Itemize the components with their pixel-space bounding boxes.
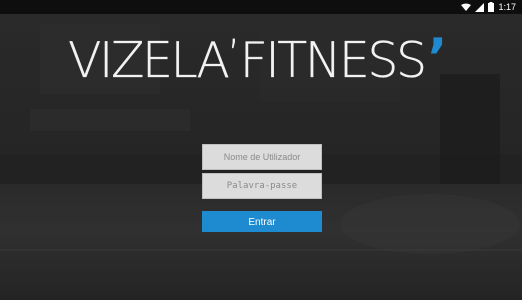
wifi-icon bbox=[461, 3, 472, 11]
status-time: 1:17 bbox=[498, 2, 516, 12]
bg-floor-line bbox=[0, 249, 522, 251]
status-bar: 1:17 bbox=[0, 0, 522, 14]
bg-floor-glow bbox=[340, 194, 520, 254]
signal-icon bbox=[475, 2, 485, 12]
login-button[interactable]: Entrar bbox=[202, 211, 322, 232]
app-logo: VIZELA ’ FITNESS ’ bbox=[68, 28, 448, 89]
username-input[interactable]: Nome de Utilizador bbox=[202, 144, 322, 170]
logo-text-vizela: VIZELA bbox=[68, 32, 230, 89]
battery-icon bbox=[488, 2, 495, 12]
status-icons: 1:17 bbox=[461, 1, 516, 13]
logo-accent-mark: ’ bbox=[427, 28, 448, 88]
logo-text-fitness: FITNESS bbox=[239, 32, 428, 89]
bg-bench bbox=[30, 109, 190, 131]
bg-pillar bbox=[440, 74, 500, 184]
logo-apostrophe: ’ bbox=[227, 32, 240, 78]
password-input[interactable]: Palavra-passe bbox=[202, 173, 322, 199]
